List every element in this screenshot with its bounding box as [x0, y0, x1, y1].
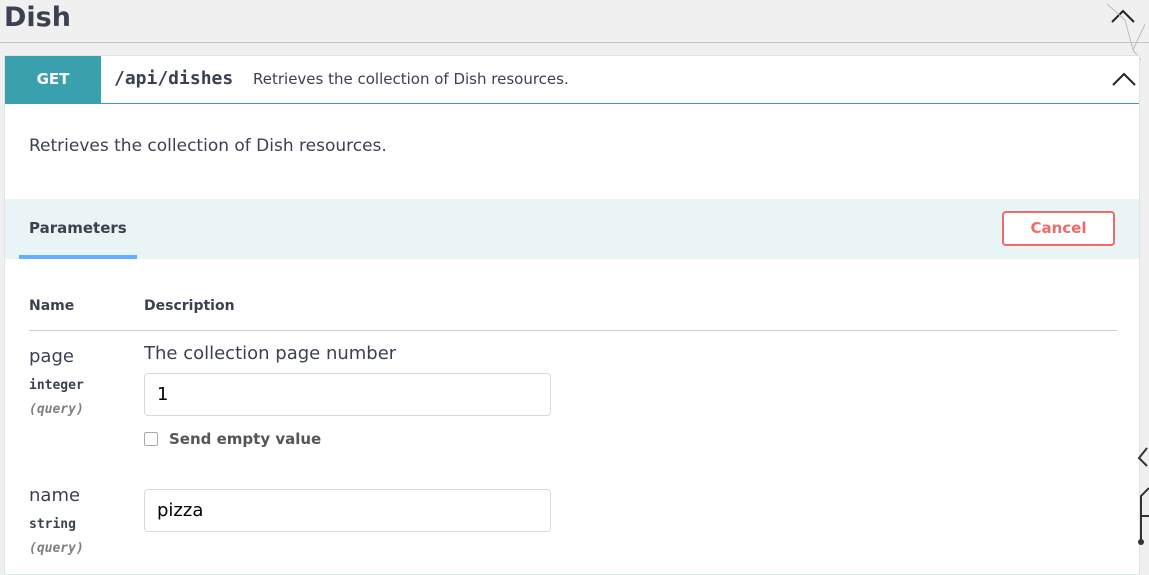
- parameters-section-header: Parameters Cancel: [5, 199, 1139, 259]
- decorative-figure: [1137, 447, 1149, 545]
- send-empty-value-label: Send empty value: [169, 430, 322, 448]
- operation-summary-text: Retrieves the collection of Dish resourc…: [253, 70, 569, 88]
- send-empty-value-checkbox[interactable]: [144, 432, 158, 446]
- param-location: (query): [29, 402, 84, 417]
- param-description: The collection page number: [144, 343, 397, 364]
- column-header-name: Name: [29, 298, 75, 314]
- param-name: page: [29, 346, 74, 367]
- cancel-button[interactable]: Cancel: [1002, 211, 1115, 246]
- column-header-description: Description: [144, 298, 235, 314]
- page-input[interactable]: 1: [144, 373, 551, 416]
- param-type: integer: [29, 378, 84, 393]
- tab-parameters[interactable]: Parameters: [19, 199, 137, 259]
- param-type: string: [29, 517, 76, 532]
- operation-path: /api/dishes: [114, 68, 234, 89]
- param-location: (query): [29, 541, 84, 556]
- param-name: name: [29, 485, 81, 506]
- operation-summary[interactable]: GET /api/dishes Retrieves the collection…: [5, 56, 1139, 104]
- operation-description: Retrieves the collection of Dish resourc…: [29, 136, 387, 156]
- operation-block: GET /api/dishes Retrieves the collection…: [4, 55, 1140, 575]
- method-badge: GET: [5, 56, 101, 103]
- chevron-up-icon[interactable]: [1111, 71, 1137, 87]
- table-divider: [29, 330, 1117, 331]
- decorative-lines: [1106, 3, 1145, 60]
- tab-parameters-label: Parameters: [29, 219, 127, 237]
- name-input[interactable]: pizza: [144, 489, 551, 532]
- tag-header[interactable]: Dish: [0, 0, 1149, 43]
- tag-title[interactable]: Dish: [4, 0, 71, 36]
